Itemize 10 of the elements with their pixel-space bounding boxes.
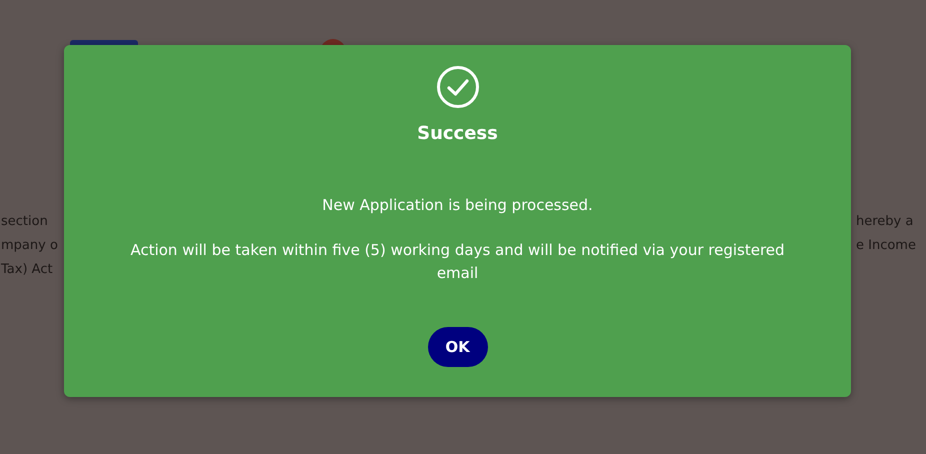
page-text: mpany o bbox=[1, 237, 58, 255]
dialog-message: Action will be taken within five (5) working days and will be notified via your registered email bbox=[129, 240, 786, 284]
dialog-title: Success bbox=[417, 123, 498, 144]
page-text: e Income bbox=[856, 237, 916, 255]
dialog-message: New Application is being processed. bbox=[321, 195, 594, 216]
page-text: Tax) Act bbox=[1, 261, 54, 279]
ok-button[interactable]: OK bbox=[428, 327, 488, 367]
page-text: section bbox=[1, 213, 49, 231]
check-circle-icon bbox=[436, 65, 480, 109]
page-text: hereby a bbox=[856, 213, 914, 231]
